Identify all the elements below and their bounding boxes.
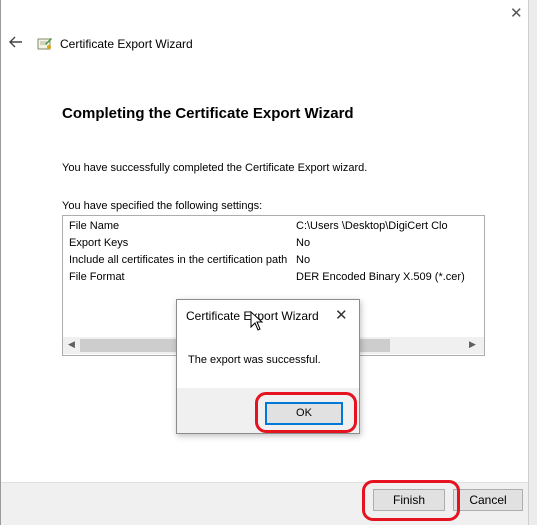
ok-highlight-circle bbox=[255, 392, 357, 433]
setting-key: File Name bbox=[69, 220, 120, 232]
wizard-title: Certificate Export Wizard bbox=[60, 37, 193, 51]
window-left-border bbox=[0, 0, 1, 525]
setting-value: No bbox=[296, 254, 311, 266]
settings-intro: You have specified the following setting… bbox=[62, 200, 263, 212]
setting-value: DER Encoded Binary X.509 (*.cer) bbox=[296, 271, 465, 283]
dialog-close-button[interactable]: ✕ bbox=[335, 306, 348, 324]
mouse-cursor-icon bbox=[250, 311, 264, 331]
finish-highlight-circle bbox=[362, 480, 460, 521]
success-message: You have successfully completed the Cert… bbox=[62, 162, 368, 174]
background-strip bbox=[529, 0, 537, 525]
scroll-right-icon[interactable]: ▶ bbox=[469, 339, 476, 350]
setting-value: No bbox=[296, 237, 311, 249]
setting-value: C:\Users \Desktop\DigiCert Clo bbox=[296, 220, 448, 232]
scroll-left-icon[interactable]: ◀ bbox=[68, 339, 75, 350]
settings-row: File Format DER Encoded Binary X.509 (*.… bbox=[69, 271, 482, 286]
setting-key: Include all certificates in the certific… bbox=[69, 254, 288, 266]
settings-row: File Name C:\Users \Desktop\DigiCert Clo bbox=[69, 220, 482, 235]
settings-row: Export Keys No bbox=[69, 237, 482, 252]
window-close-button[interactable]: ✕ bbox=[510, 6, 523, 21]
page-heading: Completing the Certificate Export Wizard bbox=[62, 105, 354, 122]
dialog-message: The export was successful. bbox=[188, 354, 321, 366]
setting-key: File Format bbox=[69, 271, 125, 283]
setting-key: Export Keys bbox=[69, 237, 129, 249]
certificate-icon bbox=[37, 38, 52, 50]
settings-row: Include all certificates in the certific… bbox=[69, 254, 482, 269]
back-arrow-icon[interactable] bbox=[9, 35, 23, 49]
cancel-button[interactable]: Cancel bbox=[453, 489, 523, 511]
